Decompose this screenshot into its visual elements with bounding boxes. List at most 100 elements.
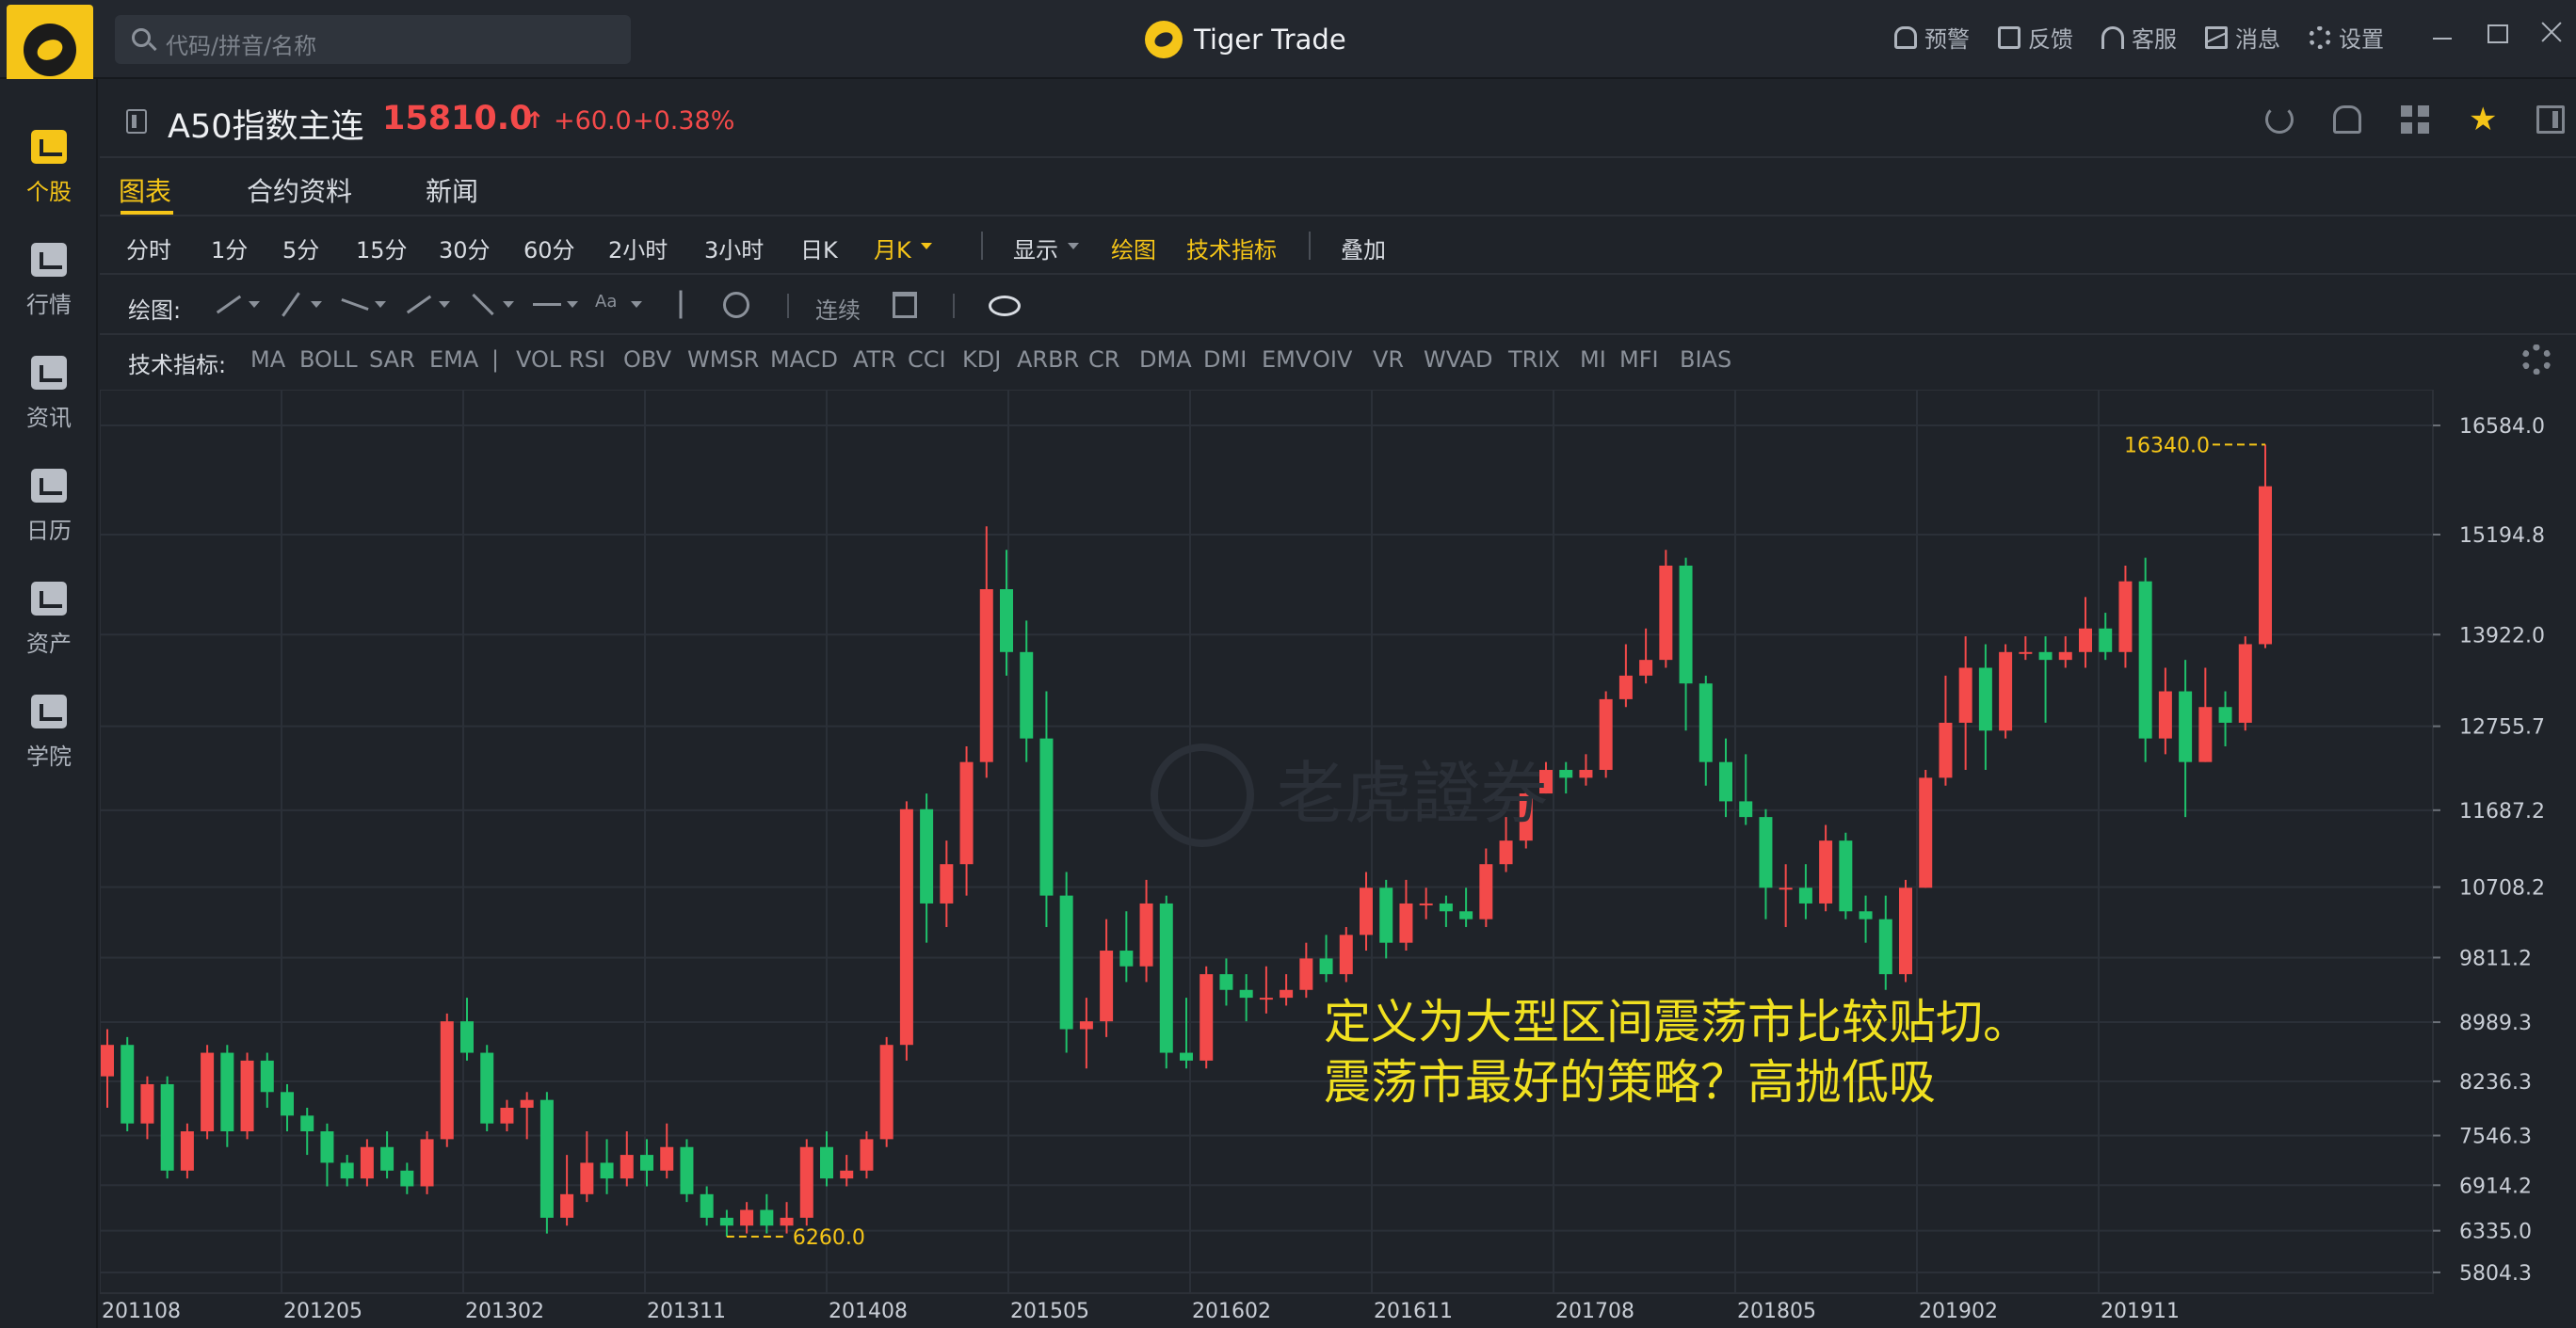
zoom-icon[interactable] [723, 292, 749, 318]
feedback-button[interactable]: 反馈 [1998, 21, 2073, 54]
refresh-icon[interactable] [2265, 105, 2294, 134]
period-2h[interactable]: 2小时 [608, 232, 668, 264]
indicator-label: 技术指标: [128, 352, 227, 378]
continuous-toggle[interactable]: 连续 [815, 292, 861, 325]
divider [953, 294, 955, 318]
candle-body [1000, 589, 1013, 652]
indicator-bias[interactable]: BIAS [1680, 346, 1731, 373]
tab-news[interactable]: 新闻 [426, 171, 478, 209]
indicator-settings-icon[interactable] [2521, 344, 2552, 375]
indicator-toggle[interactable]: 技术指标 [1186, 232, 1277, 264]
video-icon [31, 695, 67, 728]
period-30m[interactable]: 30分 [439, 232, 491, 264]
chevron-down-icon [921, 243, 932, 249]
candle-body [920, 808, 934, 904]
search-input[interactable]: 代码/拼音/名称 [166, 27, 316, 60]
indicator-cci[interactable]: CCI [908, 346, 946, 373]
panel-toggle-icon[interactable] [2536, 105, 2565, 134]
draw-toggle[interactable]: 绘图 [1111, 232, 1156, 264]
candle-body [860, 1139, 874, 1171]
period-3h[interactable]: 3小时 [704, 232, 764, 264]
candle-tool-icon[interactable] [665, 290, 697, 319]
line-tool-icon[interactable] [213, 292, 260, 318]
indicator-obv[interactable]: OBV [623, 346, 671, 373]
candlestick-chart[interactable]: 16584.0 15194.8 13922.0 12755.7 11687.2 10708… [100, 390, 2576, 1328]
indicator-emv[interactable]: EMV [1262, 346, 1311, 373]
indicator-trix[interactable]: TRIX [1508, 346, 1560, 373]
display-menu[interactable]: 显示 [1013, 232, 1058, 264]
indicator-ema[interactable]: EMA [429, 346, 478, 373]
wave-tool-icon[interactable] [339, 292, 386, 318]
sidebar-item-academy[interactable]: 学院 [0, 666, 98, 770]
indicator-wvad[interactable]: WVAD [1424, 346, 1493, 373]
candle-body [1839, 840, 1853, 912]
settings-button[interactable]: 设置 [2309, 21, 2384, 54]
alert-button[interactable]: 预警 [1894, 21, 1970, 54]
sidebar-item-news[interactable]: 资讯 [0, 328, 98, 431]
close-icon[interactable] [2540, 21, 2563, 43]
indicator-cr[interactable]: CR [1088, 346, 1119, 373]
indicator-arbr[interactable]: ARBR [1017, 346, 1079, 373]
candle-body [1999, 651, 2013, 731]
indicator-kdj[interactable]: KDJ [962, 346, 1001, 373]
sidebar-item-assets[interactable]: 资产 [0, 553, 98, 657]
indicator-atr[interactable]: ATR [853, 346, 896, 373]
tiger-logo-icon [24, 24, 76, 76]
indicator-vol[interactable]: VOL [516, 346, 561, 373]
maximize-icon[interactable] [2486, 21, 2508, 43]
star-icon[interactable]: ★ [2469, 104, 2497, 136]
period-60m[interactable]: 60分 [523, 232, 575, 264]
indicator-sar[interactable]: SAR [369, 346, 415, 373]
overlay-button[interactable]: 叠加 [1341, 232, 1386, 264]
y-tick-label: 10708.2 [2459, 877, 2545, 901]
indicator-dma[interactable]: DMA [1139, 346, 1192, 373]
indicator-mi[interactable]: MI [1580, 346, 1606, 373]
measure-tool-icon[interactable] [531, 292, 578, 318]
period-monthly[interactable]: 月K [874, 232, 911, 264]
period-1m[interactable]: 1分 [211, 232, 248, 264]
trash-icon[interactable] [893, 292, 917, 318]
minimize-icon[interactable] [2431, 21, 2454, 43]
tab-contract-info[interactable]: 合约资料 [247, 171, 352, 209]
indicator-rsi[interactable]: RSI [569, 346, 605, 373]
arrow-tool-icon[interactable] [467, 292, 514, 318]
search-box[interactable]: 代码/拼音/名称 [115, 15, 631, 64]
divider [1309, 232, 1311, 260]
sidebar-item-market[interactable]: 行情 [0, 215, 98, 318]
tab-chart[interactable]: 图表 [119, 171, 171, 209]
period-15m[interactable]: 15分 [356, 232, 408, 264]
sidebar-item-stock[interactable]: 个股 [0, 102, 98, 205]
candle-body [2238, 644, 2252, 723]
indicator-oiv[interactable]: OIV [1312, 346, 1352, 373]
sidebar-item-calendar[interactable]: 日历 [0, 440, 98, 544]
period-5m[interactable]: 5分 [282, 232, 319, 264]
candle-body [560, 1193, 574, 1218]
indicator-dmi[interactable]: DMI [1203, 346, 1247, 373]
period-daily[interactable]: 日K [800, 232, 838, 264]
candle-body [2079, 628, 2092, 652]
y-tick-label: 15194.8 [2459, 524, 2545, 548]
grid-icon[interactable] [2401, 105, 2429, 134]
alert-bell-icon[interactable] [2333, 105, 2361, 134]
instrument-tag-icon[interactable] [126, 109, 147, 134]
ray-tool-icon[interactable] [275, 292, 322, 318]
candle-body [1878, 919, 1892, 975]
fib-tool-icon[interactable] [403, 292, 450, 318]
candle-body [840, 1170, 854, 1179]
candle-body [760, 1209, 774, 1226]
eye-icon[interactable] [989, 296, 1021, 316]
indicator-boll[interactable]: BOLL [299, 346, 358, 373]
messages-button[interactable]: 消息 [2205, 21, 2280, 54]
indicator-mfi[interactable]: MFI [1619, 346, 1659, 373]
text-tool-icon[interactable]: Aa [595, 292, 642, 318]
indicator-vr[interactable]: VR [1373, 346, 1404, 373]
indicator-macd[interactable]: MACD [770, 346, 838, 373]
indicator-ma[interactable]: MA [250, 346, 285, 373]
bell-icon [1894, 25, 1917, 49]
period-timeshare[interactable]: 分时 [126, 232, 171, 264]
sidebar-item-label: 行情 [26, 292, 72, 318]
indicator-wmsr[interactable]: WMSR [687, 346, 759, 373]
candle-body [1039, 738, 1054, 896]
support-button[interactable]: 客服 [2101, 21, 2177, 54]
chart-canvas[interactable]: 16584.0 15194.8 13922.0 12755.7 11687.2 10708… [100, 390, 2576, 1328]
